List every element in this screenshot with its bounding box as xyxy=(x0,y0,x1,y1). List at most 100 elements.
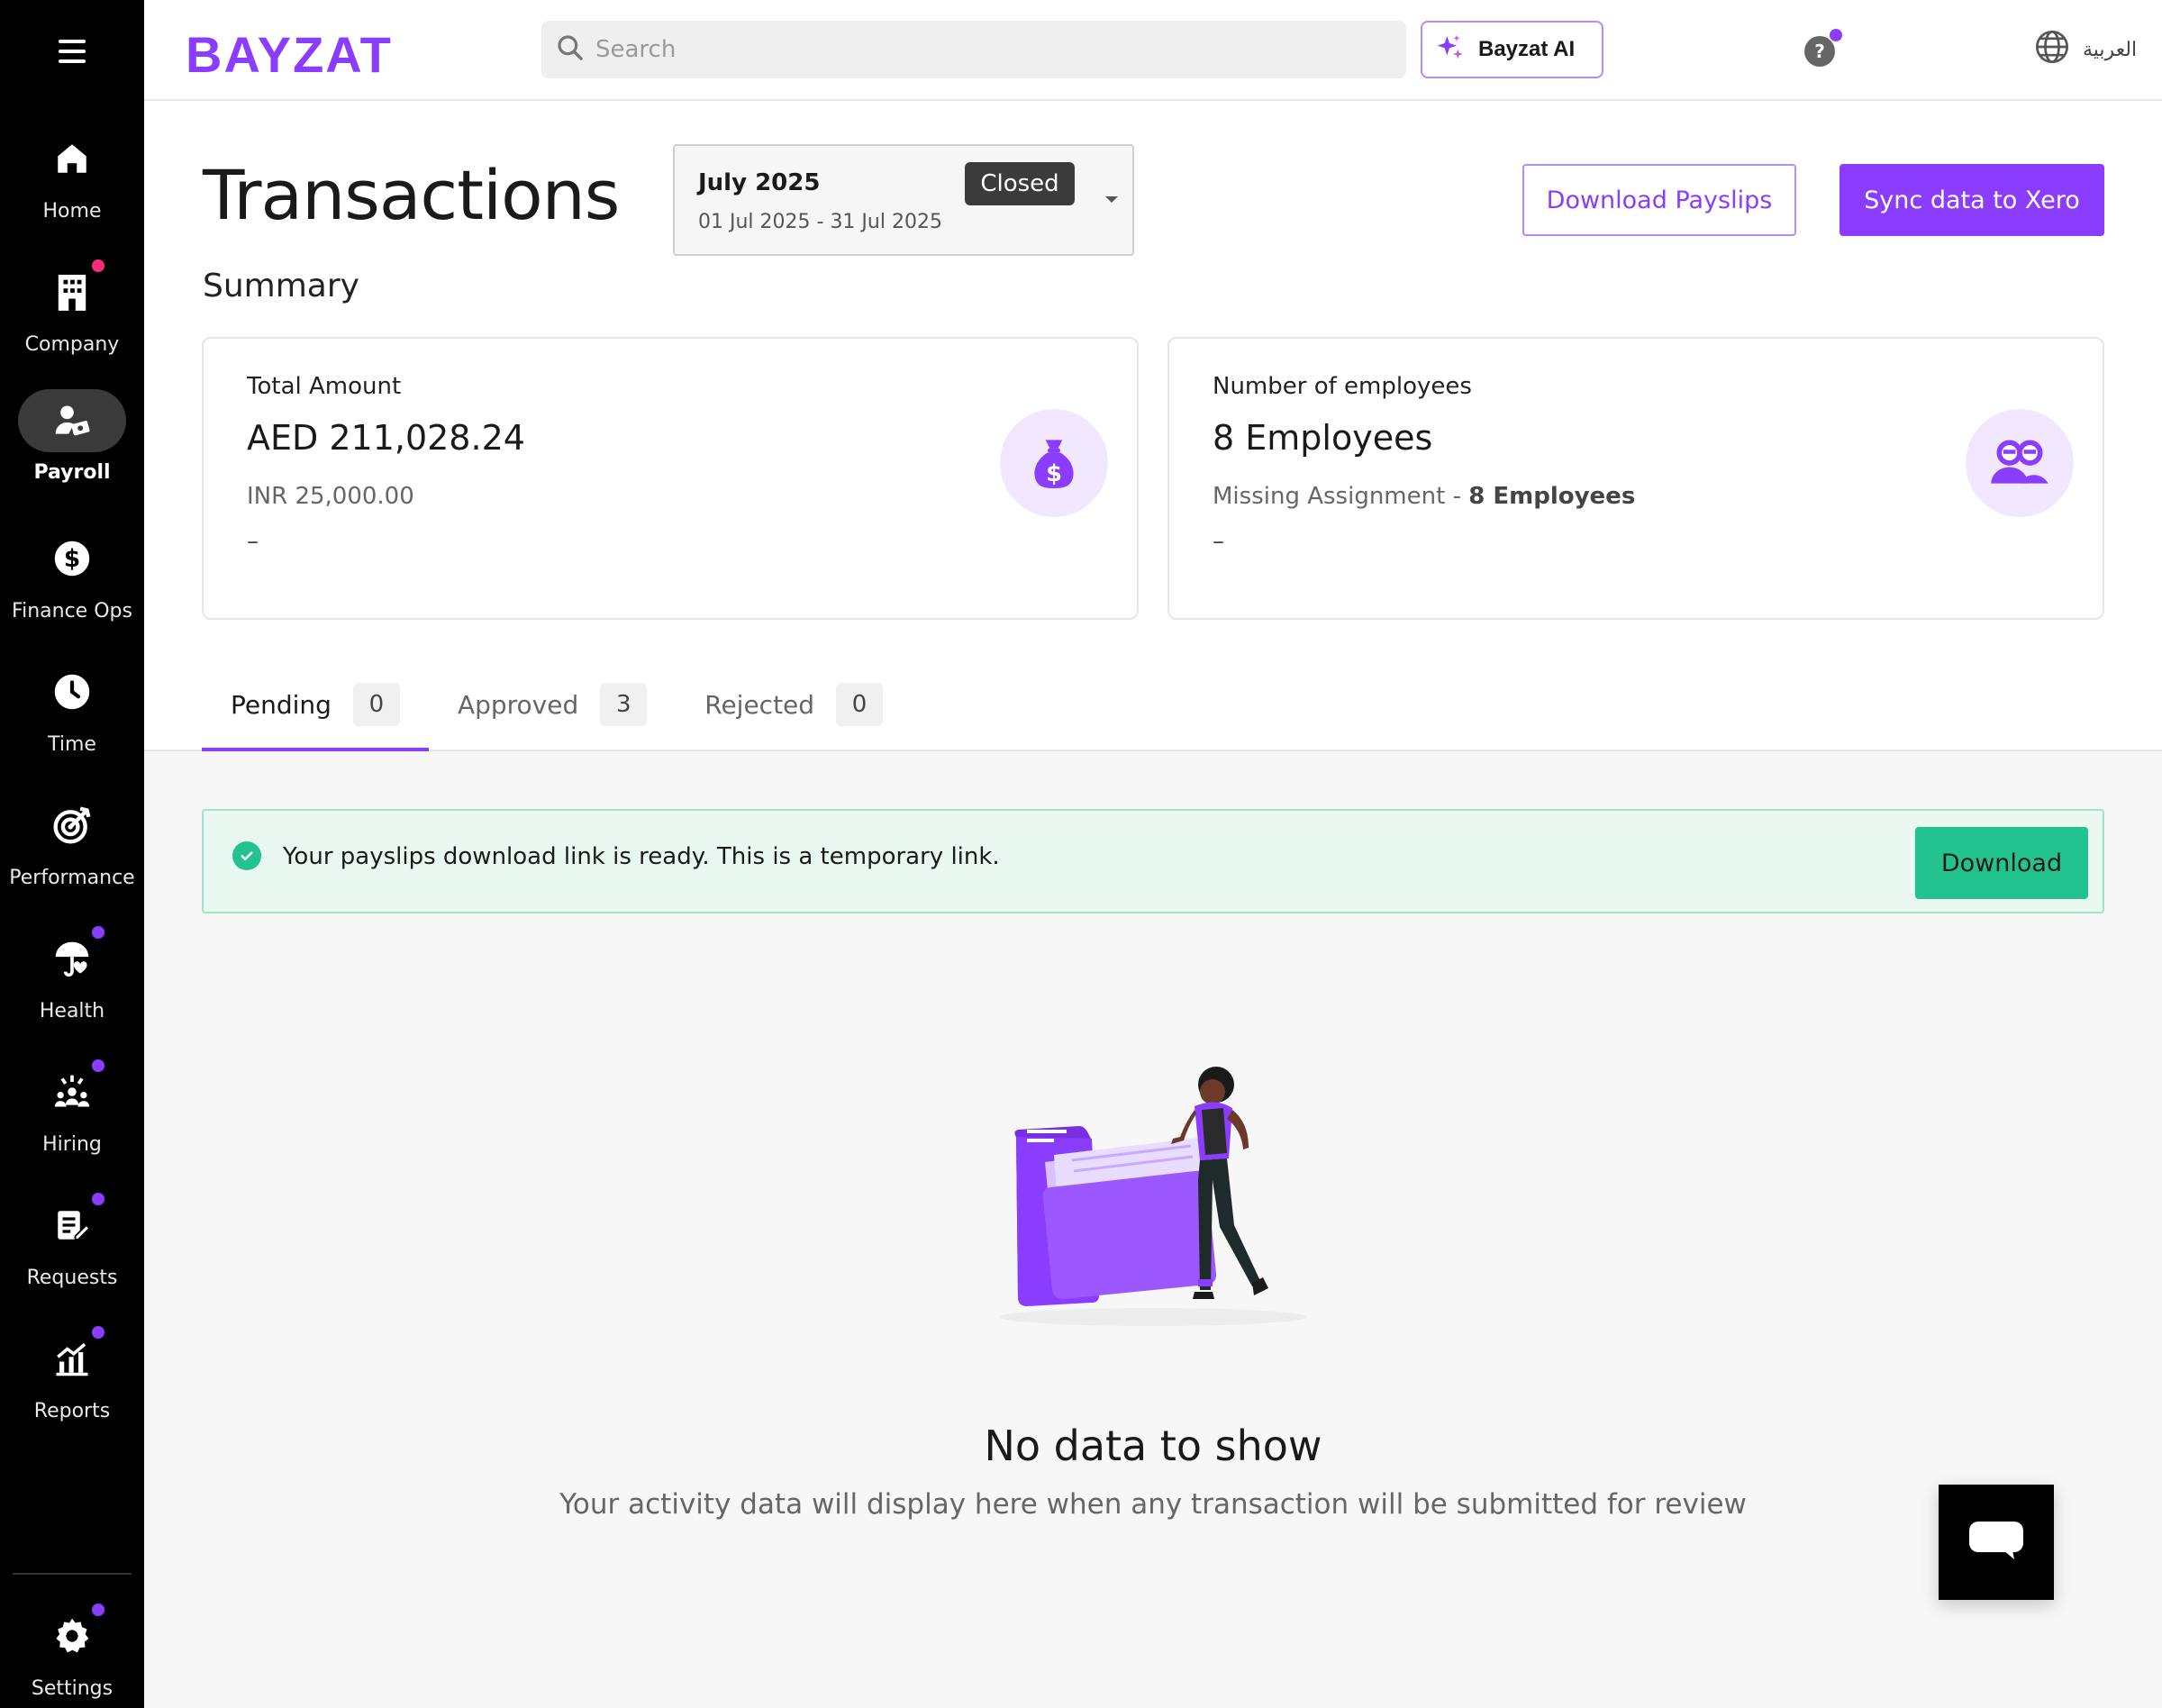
sidebar-divider xyxy=(13,1573,132,1575)
sidebar-item-health[interactable]: Health xyxy=(0,913,144,1040)
tab-count: 3 xyxy=(600,683,648,726)
sync-xero-button[interactable]: Sync data to Xero xyxy=(1840,164,2104,236)
people-icon xyxy=(1966,409,2074,517)
empty-folder-illustration xyxy=(991,1054,1333,1333)
employees-card: Number of employees 8 Employees Missing … xyxy=(1167,337,2104,620)
sidebar-item-home[interactable]: Home xyxy=(0,114,144,240)
help-icon[interactable]: ? xyxy=(1804,29,1842,67)
tab-count: 0 xyxy=(836,683,884,726)
home-icon xyxy=(45,132,99,186)
period-range: 01 Jul 2025 - 31 Jul 2025 xyxy=(698,211,942,233)
missing-assignment-label: Missing Assignment - xyxy=(1213,483,1469,510)
bayzat-ai-button[interactable]: Bayzat AI xyxy=(1421,21,1603,78)
pay-period-selector[interactable]: July 2025 01 Jul 2025 - 31 Jul 2025 Clos… xyxy=(673,144,1134,256)
card-dash: – xyxy=(1213,528,1224,555)
card-label: Total Amount xyxy=(247,373,402,400)
tab-approved[interactable]: Approved 3 xyxy=(429,659,676,750)
notification-dot xyxy=(1830,29,1842,41)
building-icon xyxy=(45,259,104,319)
period-month: July 2025 xyxy=(698,169,821,196)
sparkle-icon xyxy=(1435,32,1464,68)
sidebar-item-label: Payroll xyxy=(33,460,111,484)
card-label: Number of employees xyxy=(1213,373,1472,400)
dollar-icon: $ xyxy=(45,531,99,586)
download-ready-banner: Your payslips download link is ready. Th… xyxy=(202,809,2104,913)
sidebar-item-label: Requests xyxy=(26,1266,118,1289)
tab-label: Rejected xyxy=(704,689,815,720)
sidebar-item-label: Health xyxy=(39,999,105,1022)
transactions-header-section: Transactions July 2025 01 Jul 2025 - 31 … xyxy=(144,101,2162,751)
notification-dot xyxy=(92,1058,104,1072)
notification-dot xyxy=(92,1325,104,1339)
notification-dot xyxy=(92,1603,104,1616)
help-label: ? xyxy=(1814,41,1825,62)
download-button[interactable]: Download xyxy=(1915,827,2088,899)
sidebar-item-hiring[interactable]: Hiring xyxy=(0,1047,144,1173)
sidebar-item-company[interactable]: Company xyxy=(0,247,144,373)
empty-state-subtitle: Your activity data will display here whe… xyxy=(559,1488,1747,1521)
tab-label: Approved xyxy=(457,689,579,720)
search-bar[interactable] xyxy=(541,21,1406,78)
card-dash: – xyxy=(247,528,259,555)
sidebar-item-reports[interactable]: Reports xyxy=(0,1313,144,1440)
sidebar-item-label: Finance Ops xyxy=(12,599,132,622)
notification-dot xyxy=(92,259,104,272)
bayzat-ai-label: Bayzat AI xyxy=(1478,37,1576,61)
top-header: BAYZAT Bayzat AI ? العربية xyxy=(144,0,2162,101)
page-title: Transactions xyxy=(203,155,620,235)
sidebar-item-payroll[interactable]: Payroll xyxy=(0,373,144,499)
language-switcher[interactable]: العربية xyxy=(2034,29,2137,70)
sidebar-item-label: Reports xyxy=(33,1399,111,1422)
sidebar-item-label: Time xyxy=(48,732,96,756)
target-icon xyxy=(45,798,99,852)
language-label: العربية xyxy=(2083,38,2138,61)
sidebar: Home Company Payroll $ Finance Ops Time … xyxy=(0,0,144,1708)
sidebar-item-settings[interactable]: Settings xyxy=(0,1591,144,1708)
clipboard-edit-icon xyxy=(45,1192,104,1252)
sidebar-item-label: Performance xyxy=(9,866,135,889)
card-value: AED 211,028.24 xyxy=(247,418,525,458)
sidebar-item-performance[interactable]: Performance xyxy=(0,780,144,906)
sidebar-item-label: Home xyxy=(42,199,102,223)
globe-icon xyxy=(2034,29,2070,70)
notification-dot xyxy=(92,1192,104,1205)
summary-title: Summary xyxy=(203,268,359,304)
search-icon xyxy=(556,33,585,66)
missing-assignment-count[interactable]: 8 Employees xyxy=(1468,483,1635,510)
card-secondary-value: INR 25,000.00 xyxy=(247,483,414,510)
status-badge: Closed xyxy=(965,162,1075,205)
sidebar-item-label: Company xyxy=(24,332,120,356)
search-input[interactable] xyxy=(595,36,1370,63)
tab-rejected[interactable]: Rejected 0 xyxy=(676,659,912,750)
tab-pending[interactable]: Pending 0 xyxy=(202,659,429,751)
svg-text:$: $ xyxy=(64,545,80,572)
clock-icon xyxy=(45,665,99,719)
bayzat-logo[interactable]: BAYZAT xyxy=(186,25,393,84)
notification-dot xyxy=(92,925,104,939)
sidebar-item-label: Hiring xyxy=(42,1132,102,1156)
people-sparkle-icon xyxy=(45,1058,104,1119)
banner-message: Your payslips download link is ready. Th… xyxy=(283,843,1000,870)
chat-icon xyxy=(1967,1520,2025,1565)
sidebar-item-time[interactable]: Time xyxy=(0,647,144,773)
payroll-icon xyxy=(18,388,126,452)
status-tabs: Pending 0 Approved 3 Rejected 0 xyxy=(202,659,912,751)
download-payslips-button[interactable]: Download Payslips xyxy=(1522,164,1796,236)
umbrella-heart-icon xyxy=(45,925,104,986)
total-amount-card: Total Amount AED 211,028.24 INR 25,000.0… xyxy=(202,337,1139,620)
tab-count: 0 xyxy=(352,683,400,726)
card-value: 8 Employees xyxy=(1213,418,1433,458)
missing-assignment: Missing Assignment - 8 Employees xyxy=(1213,483,1635,510)
chevron-down-icon xyxy=(1105,196,1118,203)
sidebar-item-requests[interactable]: Requests xyxy=(0,1180,144,1306)
money-bag-icon: $ xyxy=(1000,409,1108,517)
chat-launcher-button[interactable] xyxy=(1939,1485,2054,1600)
sidebar-item-label: Settings xyxy=(31,1676,114,1700)
gear-icon xyxy=(45,1603,104,1663)
menu-icon[interactable] xyxy=(45,29,99,74)
empty-state-title: No data to show xyxy=(984,1422,1322,1470)
sidebar-item-finance-ops[interactable]: $ Finance Ops xyxy=(0,513,144,640)
chart-up-icon xyxy=(45,1325,104,1385)
check-circle-icon xyxy=(232,841,261,870)
svg-text:$: $ xyxy=(1046,460,1062,487)
